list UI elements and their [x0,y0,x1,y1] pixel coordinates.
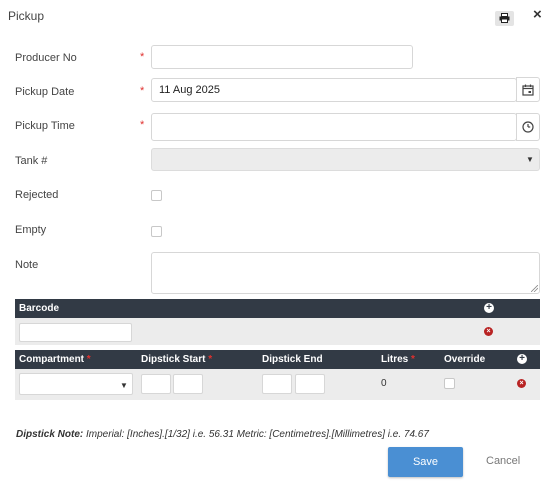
dipstick-end-whole-input[interactable] [262,374,292,394]
compartment-table-header: Compartment * Dipstick Start * Dipstick … [15,350,540,369]
dipstick-start-column-header: Dipstick Start * [141,354,213,365]
add-compartment-icon[interactable]: + [517,354,527,364]
note-label: Note [15,259,39,271]
barcode-input[interactable] [19,323,132,342]
dialog-title: Pickup [8,9,45,23]
delete-compartment-icon[interactable]: × [517,379,526,388]
calendar-icon [522,84,534,96]
printer-icon [499,13,510,23]
dialog-titlebar: Pickup × [0,0,548,32]
tank-select[interactable]: ▼ [151,148,540,171]
pickup-time-input[interactable] [151,113,517,141]
chevron-down-icon: ▼ [526,155,534,164]
barcode-row: × [15,318,540,345]
save-button[interactable]: Save [388,447,463,477]
required-mark: * [140,51,145,63]
pickup-time-label: Pickup Time [15,120,75,132]
producer-no-label: Producer No [15,52,77,64]
cancel-button[interactable]: Cancel [486,455,520,467]
dipstick-start-fraction-input[interactable] [173,374,203,394]
barcode-table-header: Barcode + [15,299,540,318]
empty-checkbox[interactable] [151,226,162,237]
override-column-header: Override [444,354,486,365]
resize-handle-icon[interactable] [531,285,538,292]
required-mark: * [140,119,145,131]
dipstick-end-column-header: Dipstick End [262,354,323,365]
dipstick-note-text: Imperial: [Inches].[1/32] i.e. 56.31 Met… [83,429,429,440]
compartment-select[interactable]: ▼ [19,373,133,395]
compartment-row: ▼ 0 × [15,369,540,400]
chevron-down-icon: ▼ [120,381,128,390]
dipstick-note: Dipstick Note: Imperial: [Inches].[1/32]… [16,429,429,440]
empty-label: Empty [15,224,47,236]
override-checkbox[interactable] [444,378,455,389]
pickup-date-input[interactable]: 11 Aug 2025 [151,78,517,102]
tank-label: Tank # [15,155,48,167]
time-picker-button[interactable] [516,113,540,141]
rejected-checkbox[interactable] [151,190,162,201]
print-button[interactable] [495,11,514,26]
add-barcode-icon[interactable]: + [484,303,494,313]
barcode-column-header: Barcode [19,303,60,314]
producer-no-input[interactable] [151,45,413,69]
note-textarea[interactable] [151,252,540,294]
close-button[interactable]: × [533,7,542,23]
date-picker-button[interactable] [516,77,540,102]
required-mark: * [140,85,145,97]
litres-value: 0 [381,378,387,389]
clock-icon [522,121,534,133]
dipstick-note-label: Dipstick Note: [16,429,84,440]
dipstick-start-whole-input[interactable] [141,374,171,394]
rejected-label: Rejected [15,189,59,201]
compartment-column-header: Compartment * [19,354,91,365]
delete-barcode-icon[interactable]: × [484,327,493,336]
dipstick-end-fraction-input[interactable] [295,374,325,394]
litres-column-header: Litres * [381,354,415,365]
pickup-date-label: Pickup Date [15,86,75,98]
